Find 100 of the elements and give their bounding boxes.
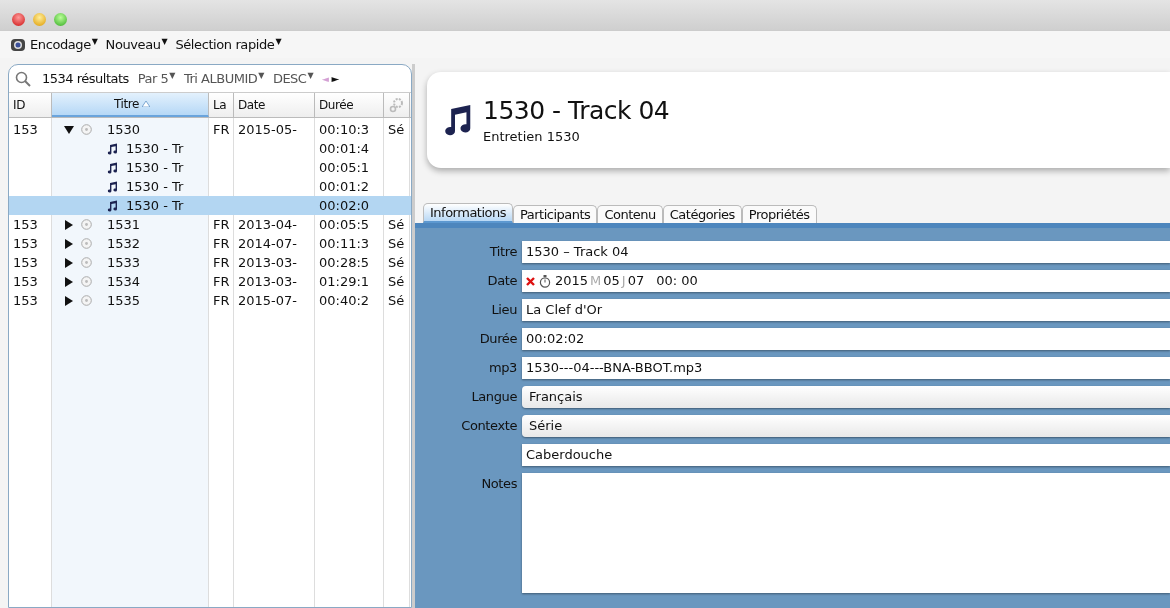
table-cell-text: FR	[212, 255, 231, 270]
music-note-icon	[107, 161, 118, 174]
menu-item[interactable]: Sélection rapide$^{▼}$	[175, 36, 282, 53]
table-cell: 1530	[107, 122, 141, 137]
disclosure-triangle-icon[interactable]	[64, 276, 74, 287]
table-cell-text: 153	[12, 293, 39, 308]
table-row[interactable]: 153 1535 FR 2015-07- 00:40:2 Sé	[9, 291, 411, 310]
table-row[interactable]: 153 1532 FR 2014-07- 00:11:3 Sé	[9, 234, 411, 253]
disclosure-triangle-icon[interactable]	[64, 238, 74, 249]
dropdown-menu[interactable]: DESC$^{▼}$	[272, 70, 314, 87]
column-header[interactable]: Titre	[52, 93, 209, 117]
tab[interactable]: Propriétés	[741, 205, 817, 223]
table-cell-text: FR	[212, 217, 231, 232]
input-field[interactable]: 1530 – Track 04	[522, 241, 1170, 263]
table-cell-text: Sé	[387, 217, 406, 232]
stopwatch-icon[interactable]	[539, 274, 551, 288]
table-row[interactable]: 1530 - Tr 00:02:0	[9, 196, 411, 215]
table-cell-text: 2013-04-	[237, 217, 298, 232]
disc-icon	[81, 295, 92, 306]
date-part: M	[590, 272, 602, 290]
dropdown-field[interactable]: Série	[522, 415, 1170, 437]
close-button[interactable]	[12, 13, 25, 26]
table-cell: 1530 - Tr	[126, 160, 184, 175]
table-cell-text: 2013-03-	[237, 274, 298, 289]
input-field[interactable]: Caberdouche	[522, 444, 1170, 466]
tab[interactable]: Informations	[423, 203, 514, 223]
menu-item[interactable]: Encodage$^{▼}$	[30, 36, 98, 53]
table-cell-text: 00:01:2	[318, 179, 371, 194]
table-cell-text: 00:28:5	[318, 255, 371, 270]
menu-item[interactable]: Nouveau$^{▼}$	[105, 36, 168, 53]
table-cell-text: 00:11:3	[318, 236, 371, 251]
dropdown-menu[interactable]: Tri ALBUMID$^{▼}$	[184, 70, 264, 87]
table-cell-text: Sé	[387, 293, 406, 308]
table-row[interactable]: 1530 - Tr 00:05:1	[9, 158, 411, 177]
table-cell-text: 2013-03-	[237, 255, 298, 270]
table-cell-text: FR	[212, 236, 231, 251]
table-cell-text: FR	[212, 274, 231, 289]
table-cell-text: 153	[12, 122, 39, 137]
dropdown-field[interactable]: Français	[522, 386, 1170, 408]
table-cell-text: Sé	[387, 274, 406, 289]
column-header[interactable]: Date	[234, 93, 315, 117]
disc-icon	[81, 257, 92, 268]
column-header[interactable]: Durée	[315, 93, 384, 117]
disclosure-triangle-icon[interactable]	[64, 257, 74, 268]
disc-icon	[81, 124, 92, 135]
record-subtitle: Entretien 1530	[483, 129, 581, 144]
tab[interactable]: Catégories	[662, 205, 742, 223]
dropdown-menu[interactable]: Par 5$^{▼}$	[137, 70, 175, 87]
table-cell: 1534	[107, 274, 141, 289]
record-title: 1530 - Track 04	[483, 96, 670, 125]
tab[interactable]: Contenu	[597, 205, 663, 223]
clear-icon[interactable]	[526, 276, 535, 286]
table-cell-text: Sé	[387, 236, 406, 251]
table-cell-text: 00:05:1	[318, 160, 371, 175]
notes-field[interactable]	[522, 473, 1170, 593]
music-note-icon	[107, 142, 118, 155]
field-label: mp3	[489, 360, 517, 375]
table-row[interactable]: 1530 - Tr 00:01:4	[9, 139, 411, 158]
table-row[interactable]: 153 1534 FR 2013-03- 01:29:1 Sé	[9, 272, 411, 291]
table-cell-text: FR	[212, 122, 231, 137]
table-cell-text: 2015-07-	[237, 293, 298, 308]
table-cell: 1530 - Tr	[126, 179, 184, 194]
result-count: 1534 résultats	[42, 71, 129, 86]
table-cell-text: 153	[12, 255, 39, 270]
input-field[interactable]: La Clef d'Or	[522, 299, 1170, 321]
field-label: Contexte	[461, 418, 517, 433]
input-field[interactable]: 00:02:02	[522, 328, 1170, 350]
input-field[interactable]: 1530---04---BNA-BBOT.mp3	[522, 357, 1170, 379]
table-row[interactable]: 153 1531 FR 2013-04- 00:05:5 Sé	[9, 215, 411, 234]
table-cell-text: 2015-05-	[237, 122, 298, 137]
date-part: J	[621, 272, 626, 290]
table-row[interactable]: 153 1533 FR 2013-03- 00:28:5 Sé	[9, 253, 411, 272]
table-row[interactable]: 153 1530 FR 2015-05- 00:10:3 Sé	[9, 120, 411, 139]
next-button[interactable]: ►	[331, 73, 339, 84]
disclosure-triangle-icon[interactable]	[64, 295, 74, 306]
disc-icon	[81, 219, 92, 230]
table-cell-text: 153	[12, 217, 39, 232]
table-cell-text: 00:10:3	[318, 122, 371, 137]
disclosure-triangle-icon[interactable]	[64, 124, 74, 135]
column-header[interactable]: La	[209, 93, 234, 117]
table-cell-text: 00:01:4	[318, 141, 371, 156]
tab[interactable]: Participants	[513, 205, 598, 223]
date-part: 00: 00	[656, 272, 698, 290]
music-note-icon	[107, 199, 118, 212]
table-cell-text: 2014-07-	[237, 236, 298, 251]
table-cell: 1531	[107, 217, 141, 232]
field-label: Durée	[479, 331, 517, 346]
disc-icon	[81, 276, 92, 287]
disclosure-triangle-icon[interactable]	[64, 219, 74, 230]
table-cell: 1535	[107, 293, 141, 308]
table-cell-text: FR	[212, 293, 231, 308]
table-cell: 1532	[107, 236, 141, 251]
field-label: Langue	[471, 389, 517, 404]
sort-up-icon	[142, 101, 151, 107]
search-icon[interactable]	[15, 70, 31, 87]
table-cell-text: 153	[12, 236, 39, 251]
field-label: Titre	[489, 244, 517, 259]
table-cell: 1533	[107, 255, 141, 270]
table-row[interactable]: 1530 - Tr 00:01:2	[9, 177, 411, 196]
table-cell-text: 00:02:0	[318, 198, 371, 213]
